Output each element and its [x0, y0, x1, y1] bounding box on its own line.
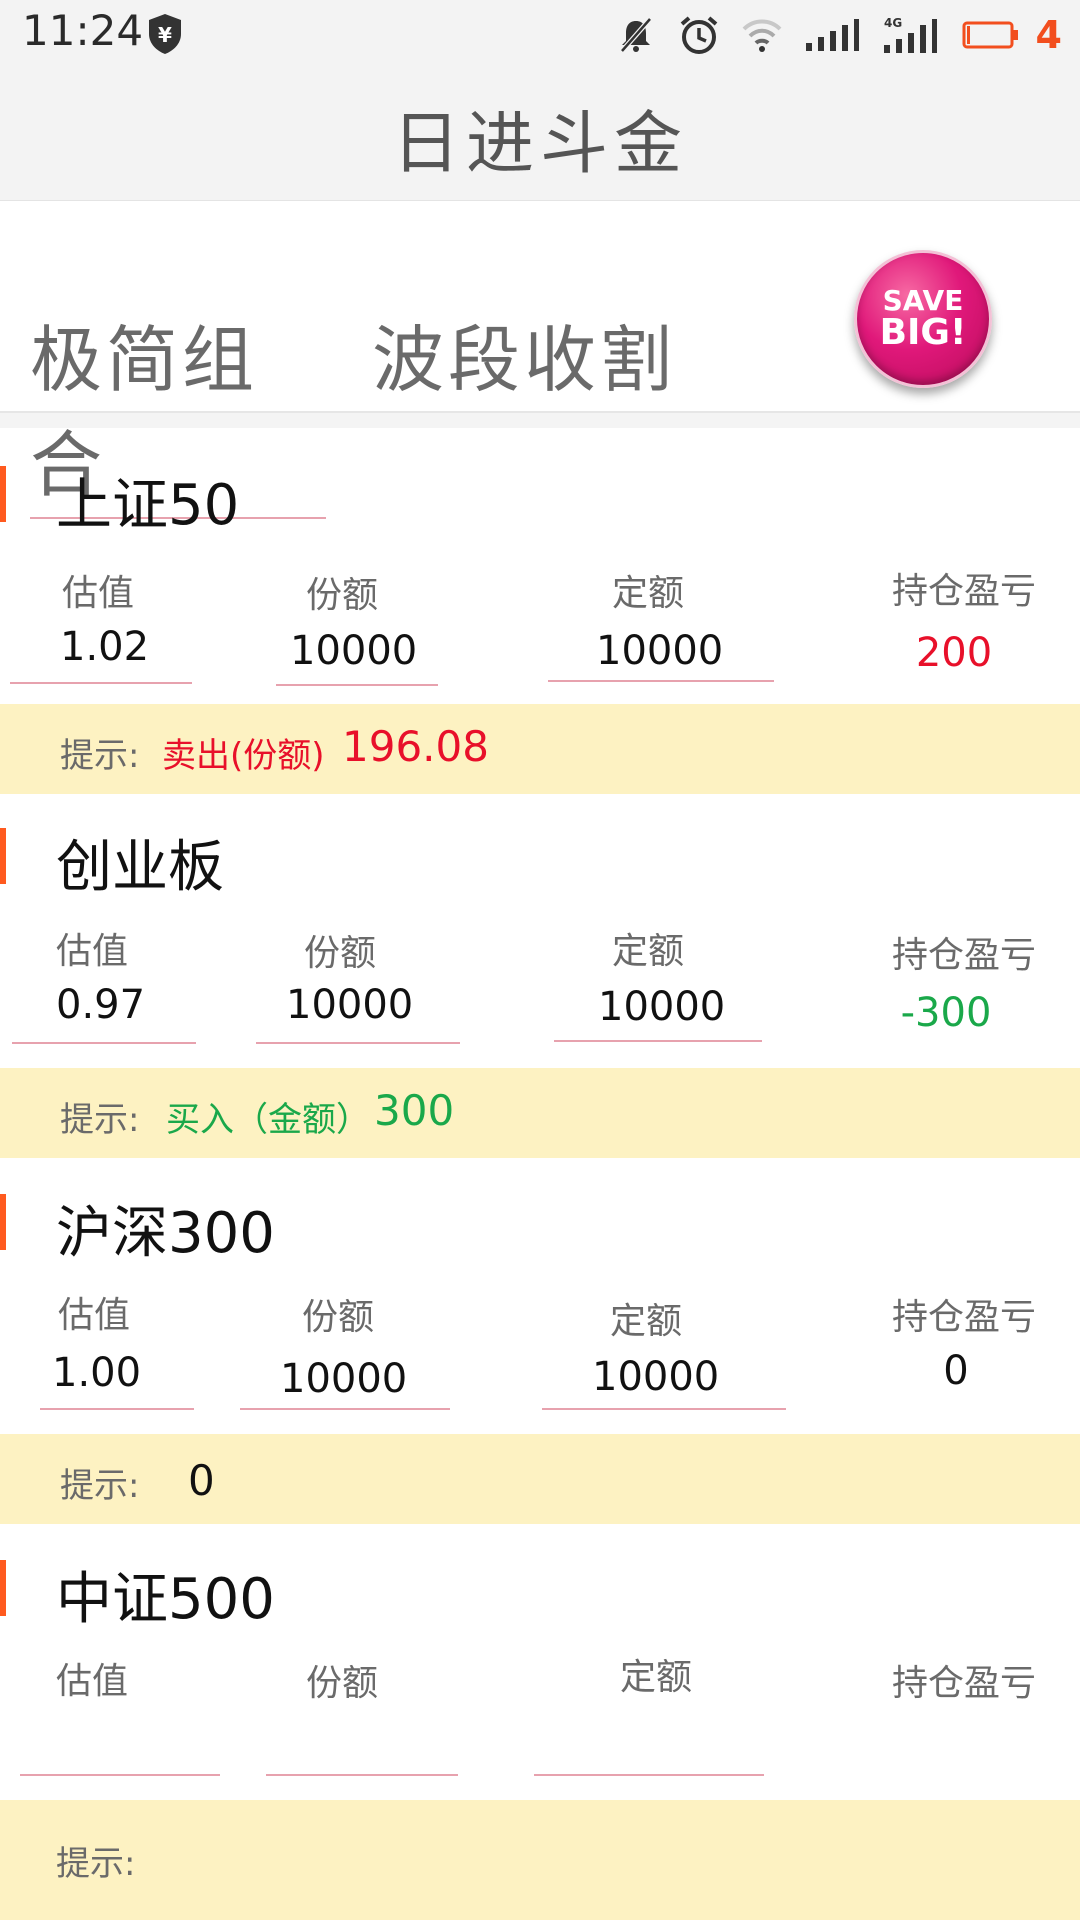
mute-icon [619, 17, 652, 53]
fixed-amount-label: 定额 [612, 573, 685, 614]
hint-text: 卖出(份额) [162, 736, 325, 776]
fund-card-sz50: 上证50 估值 份额 定额 持仓盈亏 1.02 10000 10000 200 … [0, 428, 1080, 794]
fund-name: 中证500 [56, 1567, 275, 1632]
valuation-input[interactable]: 1.02 [60, 624, 149, 670]
fund-accent-bar [0, 1194, 6, 1250]
fund-card-csi500: 中证500 估值 份额 定额 持仓盈亏 提示: [0, 1524, 1080, 1920]
valuation-input[interactable]: 1.00 [52, 1350, 141, 1396]
status-time: 11:24 [22, 6, 144, 55]
shares-label: 份额 [302, 1297, 375, 1338]
fixed-amount-input[interactable]: 10000 [592, 1354, 719, 1400]
save-big-line1: SAVE [882, 284, 964, 317]
shares-underline [266, 1774, 458, 1776]
pnl-label: 持仓盈亏 [892, 935, 1037, 976]
page-title: 日进斗金 [391, 105, 688, 184]
svg-text:4G: 4G [884, 16, 902, 30]
fixed-amount-input[interactable]: 10000 [596, 628, 723, 674]
pnl-label: 持仓盈亏 [892, 571, 1037, 612]
pnl-value: 200 [915, 630, 993, 676]
hint-label: 提示: [60, 1466, 140, 1506]
valuation-label: 估值 [56, 931, 129, 972]
shares-input[interactable]: 10000 [290, 628, 417, 674]
fixed-amount-underline [542, 1408, 786, 1410]
shares-label: 份额 [304, 933, 377, 974]
hint-value: 0 [188, 1456, 215, 1505]
shares-label: 份额 [306, 1663, 379, 1704]
valuation-underline [40, 1408, 194, 1410]
signal-icon [805, 19, 859, 51]
tab-swing-harvest[interactable]: 波段收割 [372, 301, 676, 412]
hint-value: 196.08 [342, 722, 489, 771]
fund-name: 创业板 [56, 835, 224, 900]
fixed-amount-label: 定额 [620, 1657, 693, 1698]
pnl-value: 0 [943, 1348, 969, 1394]
shares-label: 份额 [306, 575, 379, 616]
battery-level: 4 [1035, 13, 1062, 57]
valuation-label: 估值 [56, 1661, 129, 1702]
fixed-amount-label: 定额 [610, 1301, 683, 1342]
status-icons: 4G 4 [616, 10, 1062, 60]
pnl-value: -300 [900, 990, 992, 1036]
fund-accent-bar [0, 466, 6, 522]
save-big-badge[interactable]: SAVE BIG! [854, 250, 992, 388]
fund-accent-bar [0, 1560, 6, 1616]
fixed-amount-underline [554, 1040, 762, 1042]
wifi-icon [742, 19, 781, 52]
pnl-label: 持仓盈亏 [892, 1663, 1037, 1704]
fixed-amount-input[interactable]: 10000 [598, 984, 725, 1030]
shares-input[interactable]: 10000 [286, 982, 413, 1028]
status-bar: 11:24 ¥ 4G 4 [0, 0, 1080, 75]
shares-underline [256, 1042, 460, 1044]
fixed-amount-underline [534, 1774, 764, 1776]
fund-accent-bar [0, 828, 6, 884]
hint-label: 提示: [60, 1100, 140, 1140]
fixed-amount-underline [548, 680, 774, 682]
svg-text:¥: ¥ [158, 23, 172, 47]
shares-input[interactable]: 10000 [280, 1356, 407, 1402]
fund-name: 上证50 [56, 473, 240, 538]
save-big-line2: BIG! [879, 312, 967, 353]
fixed-amount-label: 定额 [612, 931, 685, 972]
fund-card-csi300: 沪深300 估值 份额 定额 持仓盈亏 1.00 10000 10000 0 提… [0, 1158, 1080, 1524]
alarm-icon [680, 16, 717, 54]
valuation-underline [12, 1042, 196, 1044]
4g-signal-icon: 4G [883, 16, 937, 53]
valuation-label: 估值 [58, 1295, 131, 1336]
hint-text: 买入（金额） [166, 1100, 370, 1140]
valuation-underline [20, 1774, 220, 1776]
fund-card-chinext: 创业板 估值 份额 定额 持仓盈亏 0.97 10000 10000 -300 … [0, 794, 1080, 1158]
valuation-input[interactable]: 0.97 [56, 982, 145, 1028]
hint-value: 300 [374, 1086, 455, 1135]
shield-yen-icon: ¥ [149, 14, 181, 54]
valuation-underline [10, 682, 192, 684]
hint-bar: 提示: 卖出(份额) 196.08 [0, 704, 1080, 794]
shares-underline [240, 1408, 450, 1410]
fund-name: 沪深300 [56, 1201, 275, 1266]
shares-underline [276, 684, 438, 686]
hint-bar: 提示: 0 [0, 1434, 1080, 1524]
battery-icon [962, 21, 1018, 49]
hint-label: 提示: [60, 736, 140, 776]
valuation-label: 估值 [62, 573, 135, 614]
pnl-label: 持仓盈亏 [892, 1297, 1037, 1338]
hint-bar: 提示: [0, 1800, 1080, 1920]
section-divider [0, 413, 1080, 428]
hint-label: 提示: [56, 1844, 136, 1884]
app-header: 日进斗金 [0, 75, 1080, 201]
hint-bar: 提示: 买入（金额） 300 [0, 1068, 1080, 1158]
